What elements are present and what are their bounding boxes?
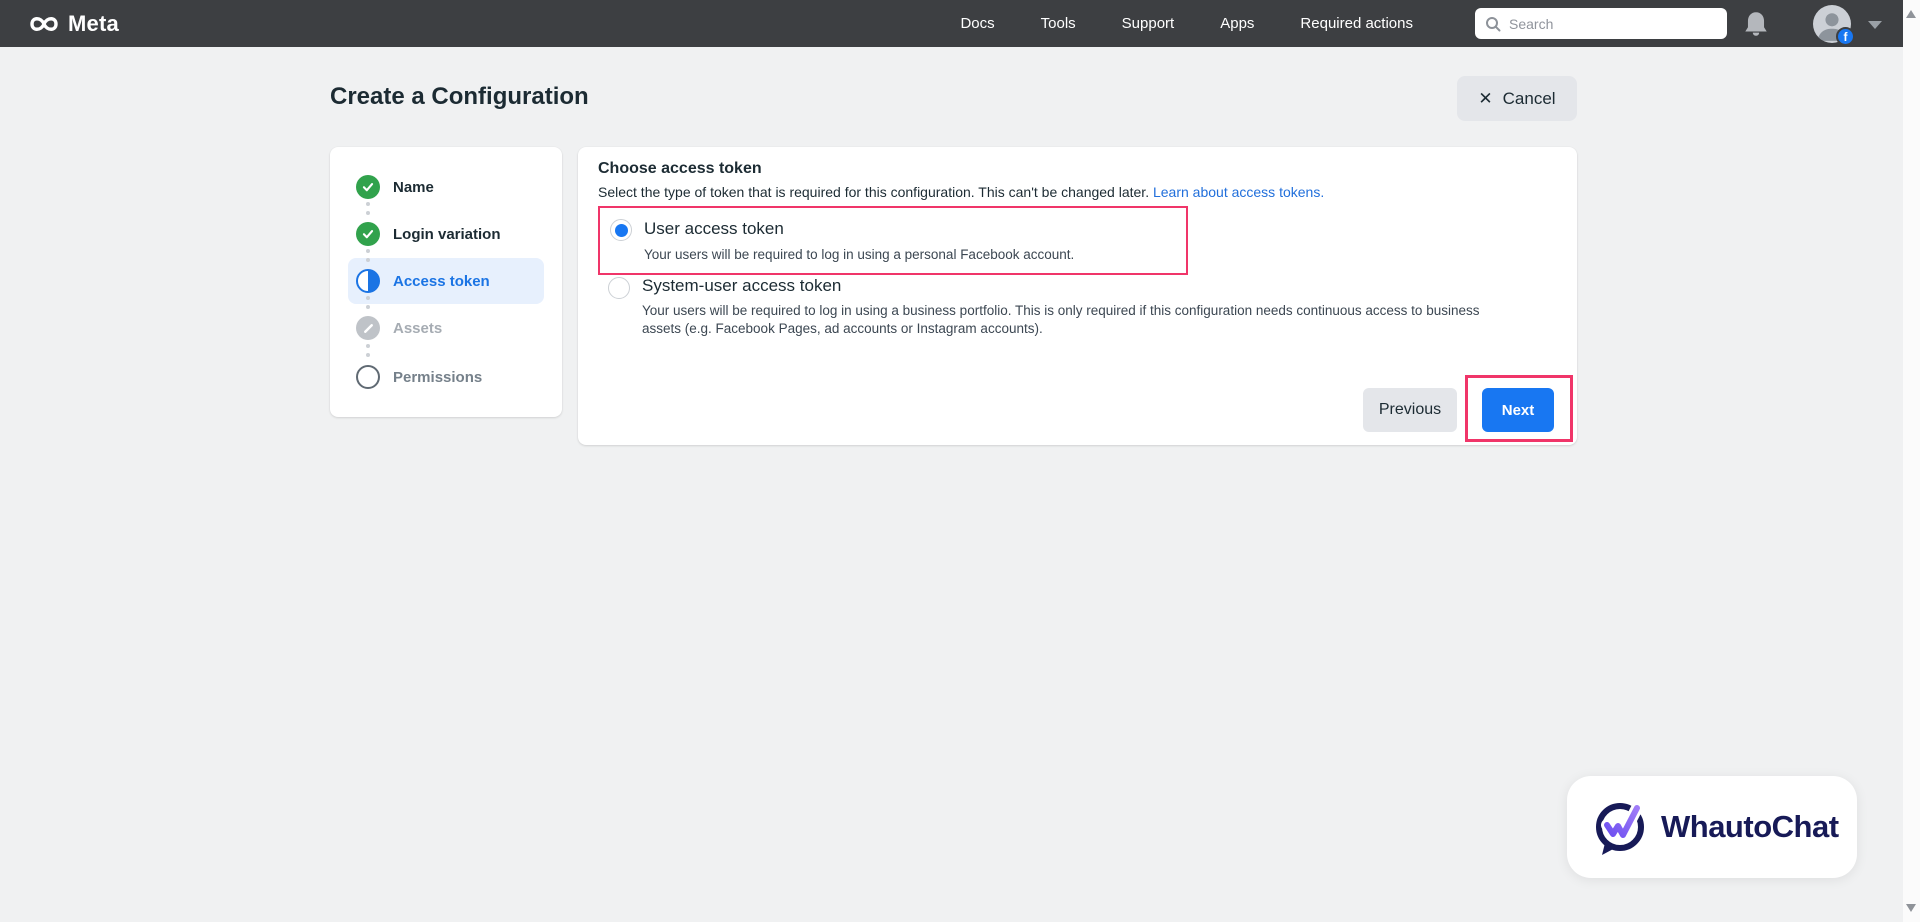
- option-label-system-user-access-token[interactable]: System-user access token: [642, 276, 841, 296]
- notifications-bell-icon[interactable]: [1742, 9, 1770, 44]
- step-label: Permissions: [393, 368, 483, 386]
- search-input[interactable]: [1509, 15, 1699, 32]
- empty-circle-icon: [356, 365, 380, 389]
- step-label: Name: [393, 178, 434, 196]
- learn-about-access-tokens-link[interactable]: Learn about access tokens.: [1153, 184, 1324, 200]
- annotation-highlight-user-token: User access token Your users will be req…: [598, 206, 1188, 275]
- step-name[interactable]: Name: [356, 175, 434, 199]
- previous-button[interactable]: Previous: [1363, 388, 1457, 432]
- panel-heading: Choose access token: [598, 160, 762, 177]
- search-box[interactable]: [1475, 8, 1727, 39]
- choose-access-token-panel: Choose access token Select the type of t…: [578, 147, 1577, 445]
- pencil-circle-icon: [356, 316, 380, 340]
- panel-description: Select the type of token that is require…: [598, 184, 1324, 200]
- check-circle-icon: [356, 222, 380, 246]
- step-login-variation[interactable]: Login variation: [356, 222, 501, 246]
- close-icon: ✕: [1478, 89, 1493, 108]
- scroll-up-arrow-icon[interactable]: [1906, 10, 1916, 18]
- facebook-badge-icon: f: [1836, 27, 1855, 46]
- whautochat-logo-icon: [1596, 802, 1644, 855]
- option-description: Your users will be required to log in us…: [642, 303, 1480, 336]
- check-circle-icon: [356, 175, 380, 199]
- meta-infinity-icon: [30, 16, 58, 31]
- step-label: Assets: [393, 319, 443, 337]
- meta-logo[interactable]: Meta: [27, 0, 119, 47]
- nav-link-support[interactable]: Support: [1122, 15, 1175, 32]
- half-progress-circle-icon: [356, 269, 380, 293]
- step-connector: [366, 344, 370, 357]
- stepper-panel: Name Login variation Access token Assets…: [330, 147, 562, 417]
- step-permissions[interactable]: Permissions: [356, 365, 482, 389]
- cancel-button[interactable]: ✕ Cancel: [1457, 76, 1577, 121]
- step-label: Login variation: [393, 225, 501, 243]
- nav-link-required-actions[interactable]: Required actions: [1300, 15, 1413, 32]
- vertical-scrollbar[interactable]: [1903, 0, 1920, 922]
- step-connector: [366, 296, 370, 309]
- radio-system-user-access-token[interactable]: [608, 277, 630, 299]
- nav-links: Docs Tools Support Apps Required actions: [960, 0, 1413, 47]
- nav-link-tools[interactable]: Tools: [1041, 15, 1076, 32]
- radio-user-access-token[interactable]: [610, 219, 632, 241]
- top-navbar: Meta Docs Tools Support Apps Required ac…: [0, 0, 1903, 47]
- whautochat-watermark: WhautoChat: [1567, 776, 1857, 878]
- brand-name: Meta: [68, 10, 119, 36]
- step-connector: [366, 202, 370, 215]
- account-menu-caret-icon[interactable]: [1868, 21, 1882, 29]
- nav-link-docs[interactable]: Docs: [960, 15, 994, 32]
- page-title: Create a Configuration: [330, 83, 589, 110]
- option-label-user-access-token[interactable]: User access token: [644, 219, 784, 239]
- cancel-button-label: Cancel: [1502, 88, 1556, 108]
- panel-description-text: Select the type of token that is require…: [598, 184, 1150, 200]
- step-assets[interactable]: Assets: [356, 316, 442, 340]
- option-description: Your users will be required to log in us…: [644, 247, 1075, 262]
- radio-selected-dot: [614, 223, 628, 237]
- search-icon: [1486, 16, 1501, 31]
- step-connector: [366, 249, 370, 262]
- nav-link-apps[interactable]: Apps: [1220, 15, 1254, 32]
- user-avatar[interactable]: f: [1813, 5, 1855, 46]
- scroll-down-arrow-icon[interactable]: [1906, 904, 1916, 912]
- whautochat-brand-text: WhautoChat: [1661, 809, 1839, 844]
- step-access-token[interactable]: Access token: [356, 269, 490, 293]
- annotation-highlight-next-button: [1465, 375, 1573, 442]
- step-label: Access token: [393, 272, 490, 290]
